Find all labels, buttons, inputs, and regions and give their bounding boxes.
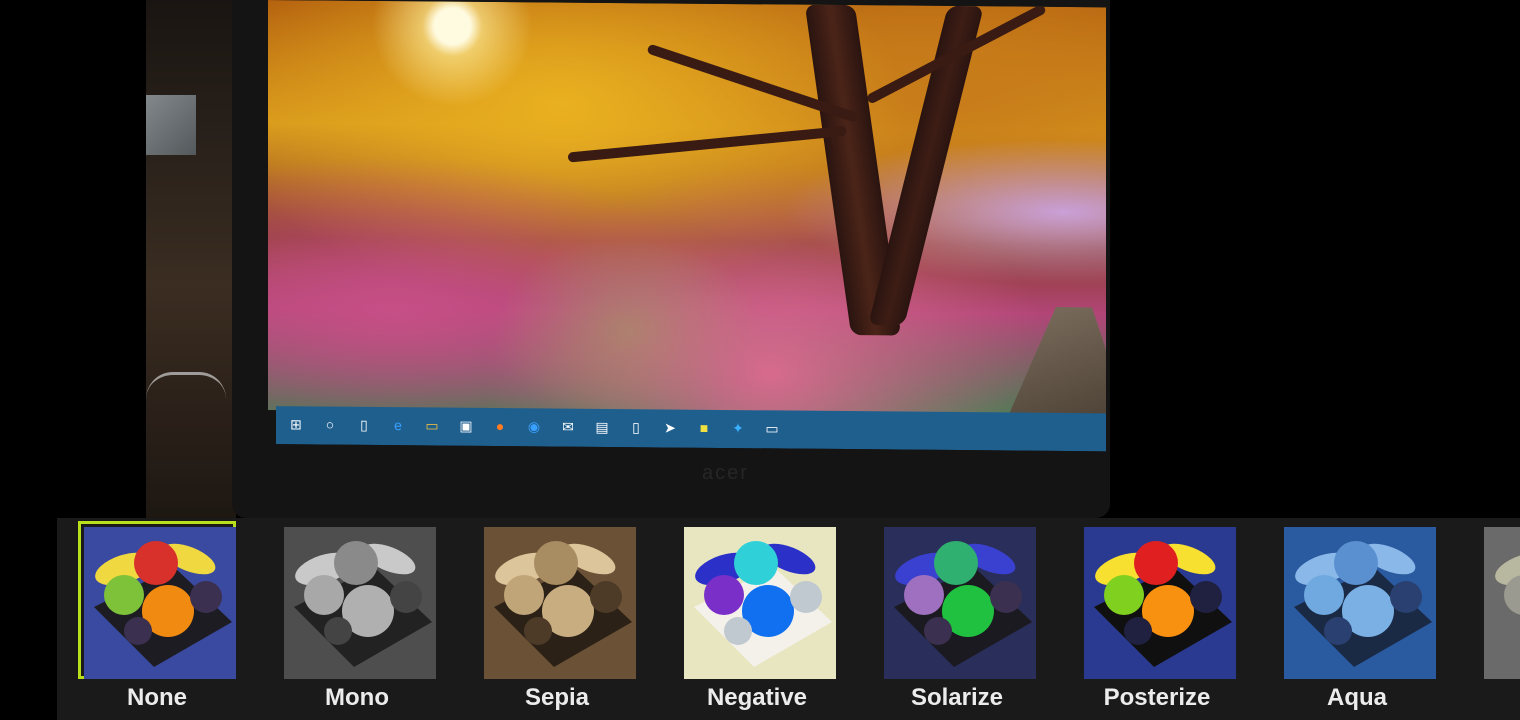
effect-thumbnail-negative bbox=[684, 527, 836, 679]
camera-preview[interactable]: acer ⊞ ○ ▯ e ▭ ▣ ● ◉ ✉ ▤ ▯ ➤ ■ ✦ ▭ bbox=[0, 0, 1520, 520]
cortana-icon[interactable]: ○ bbox=[322, 416, 338, 433]
edge-browser-icon[interactable]: e bbox=[390, 417, 406, 433]
garden-path bbox=[1008, 306, 1106, 417]
monitor-screen: ⊞ ○ ▯ e ▭ ▣ ● ◉ ✉ ▤ ▯ ➤ ■ ✦ ▭ bbox=[268, 0, 1106, 452]
effect-label: Solarize bbox=[910, 684, 1004, 711]
effect-none[interactable]: None bbox=[57, 518, 257, 720]
desktop-wallpaper bbox=[268, 0, 1106, 417]
file-explorer-icon[interactable]: ▭ bbox=[424, 417, 440, 433]
camera-app: acer ⊞ ○ ▯ e ▭ ▣ ● ◉ ✉ ▤ ▯ ➤ ■ ✦ ▭ None … bbox=[0, 0, 1520, 720]
telegram-icon[interactable]: ➤ bbox=[662, 419, 678, 435]
effect-label: Aqua bbox=[1327, 684, 1387, 711]
mail-icon[interactable]: ✉ bbox=[560, 419, 576, 435]
effect-frame bbox=[1278, 521, 1436, 679]
effect-label: None bbox=[127, 684, 187, 711]
effect-frame bbox=[478, 521, 636, 679]
effect-thumbnail-sepia bbox=[484, 527, 636, 679]
desk-cable bbox=[146, 372, 226, 399]
effect-frame bbox=[278, 521, 436, 679]
sticky-notes-icon[interactable]: ■ bbox=[696, 420, 712, 436]
windows-taskbar: ⊞ ○ ▯ e ▭ ▣ ● ◉ ✉ ▤ ▯ ➤ ■ ✦ ▭ bbox=[276, 406, 1106, 452]
effect-label: Negative bbox=[706, 684, 808, 711]
effect-frame bbox=[1078, 521, 1236, 679]
effect-label: Mono bbox=[325, 684, 389, 711]
effect-frame bbox=[878, 521, 1036, 679]
twitter-icon[interactable]: ✦ bbox=[730, 420, 746, 436]
windows-start-icon[interactable]: ⊞ bbox=[288, 416, 304, 432]
filter-strip: None Mono Sepia Negative Solarize Poster… bbox=[57, 518, 1520, 720]
effect-thumbnail-partial bbox=[1484, 527, 1520, 679]
effect-solarize[interactable]: Solarize bbox=[857, 518, 1057, 720]
effect-thumbnail-aqua bbox=[1284, 527, 1436, 679]
effect-thumbnail-none bbox=[84, 527, 236, 679]
effect-mono[interactable]: Mono bbox=[257, 518, 457, 720]
effect-aqua[interactable]: Aqua bbox=[1257, 518, 1457, 720]
effect-posterize[interactable]: Posterize bbox=[1057, 518, 1257, 720]
chrome-icon[interactable]: ◉ bbox=[526, 418, 542, 434]
desk-paper bbox=[146, 95, 196, 155]
task-view-icon[interactable]: ▯ bbox=[356, 417, 372, 433]
effect-label: Posterize bbox=[1103, 684, 1211, 711]
store-icon[interactable]: ▣ bbox=[458, 418, 474, 434]
effect-negative[interactable]: Negative bbox=[657, 518, 857, 720]
desktop-icon[interactable]: ▭ bbox=[764, 420, 780, 436]
selected-effect-frame bbox=[78, 521, 236, 679]
effect-sepia[interactable]: Sepia bbox=[457, 518, 657, 720]
effect-thumbnail-mono bbox=[284, 527, 436, 679]
effect-frame bbox=[678, 521, 836, 679]
effect-label: Sepia bbox=[524, 684, 590, 711]
effect-thumbnail-solarize bbox=[884, 527, 1036, 679]
effect-label: E bbox=[1457, 684, 1520, 712]
desk-background bbox=[146, 0, 236, 520]
tree-branch bbox=[567, 125, 847, 163]
monitor-brand-logo: acer bbox=[702, 462, 749, 484]
effect-frame bbox=[1478, 521, 1520, 679]
effect-partial[interactable]: E bbox=[1457, 518, 1520, 720]
app-icon[interactable]: ▤ bbox=[594, 419, 610, 435]
document-icon[interactable]: ▯ bbox=[628, 419, 644, 435]
effect-thumbnail-posterize bbox=[1084, 527, 1236, 679]
firefox-icon[interactable]: ● bbox=[492, 418, 508, 434]
